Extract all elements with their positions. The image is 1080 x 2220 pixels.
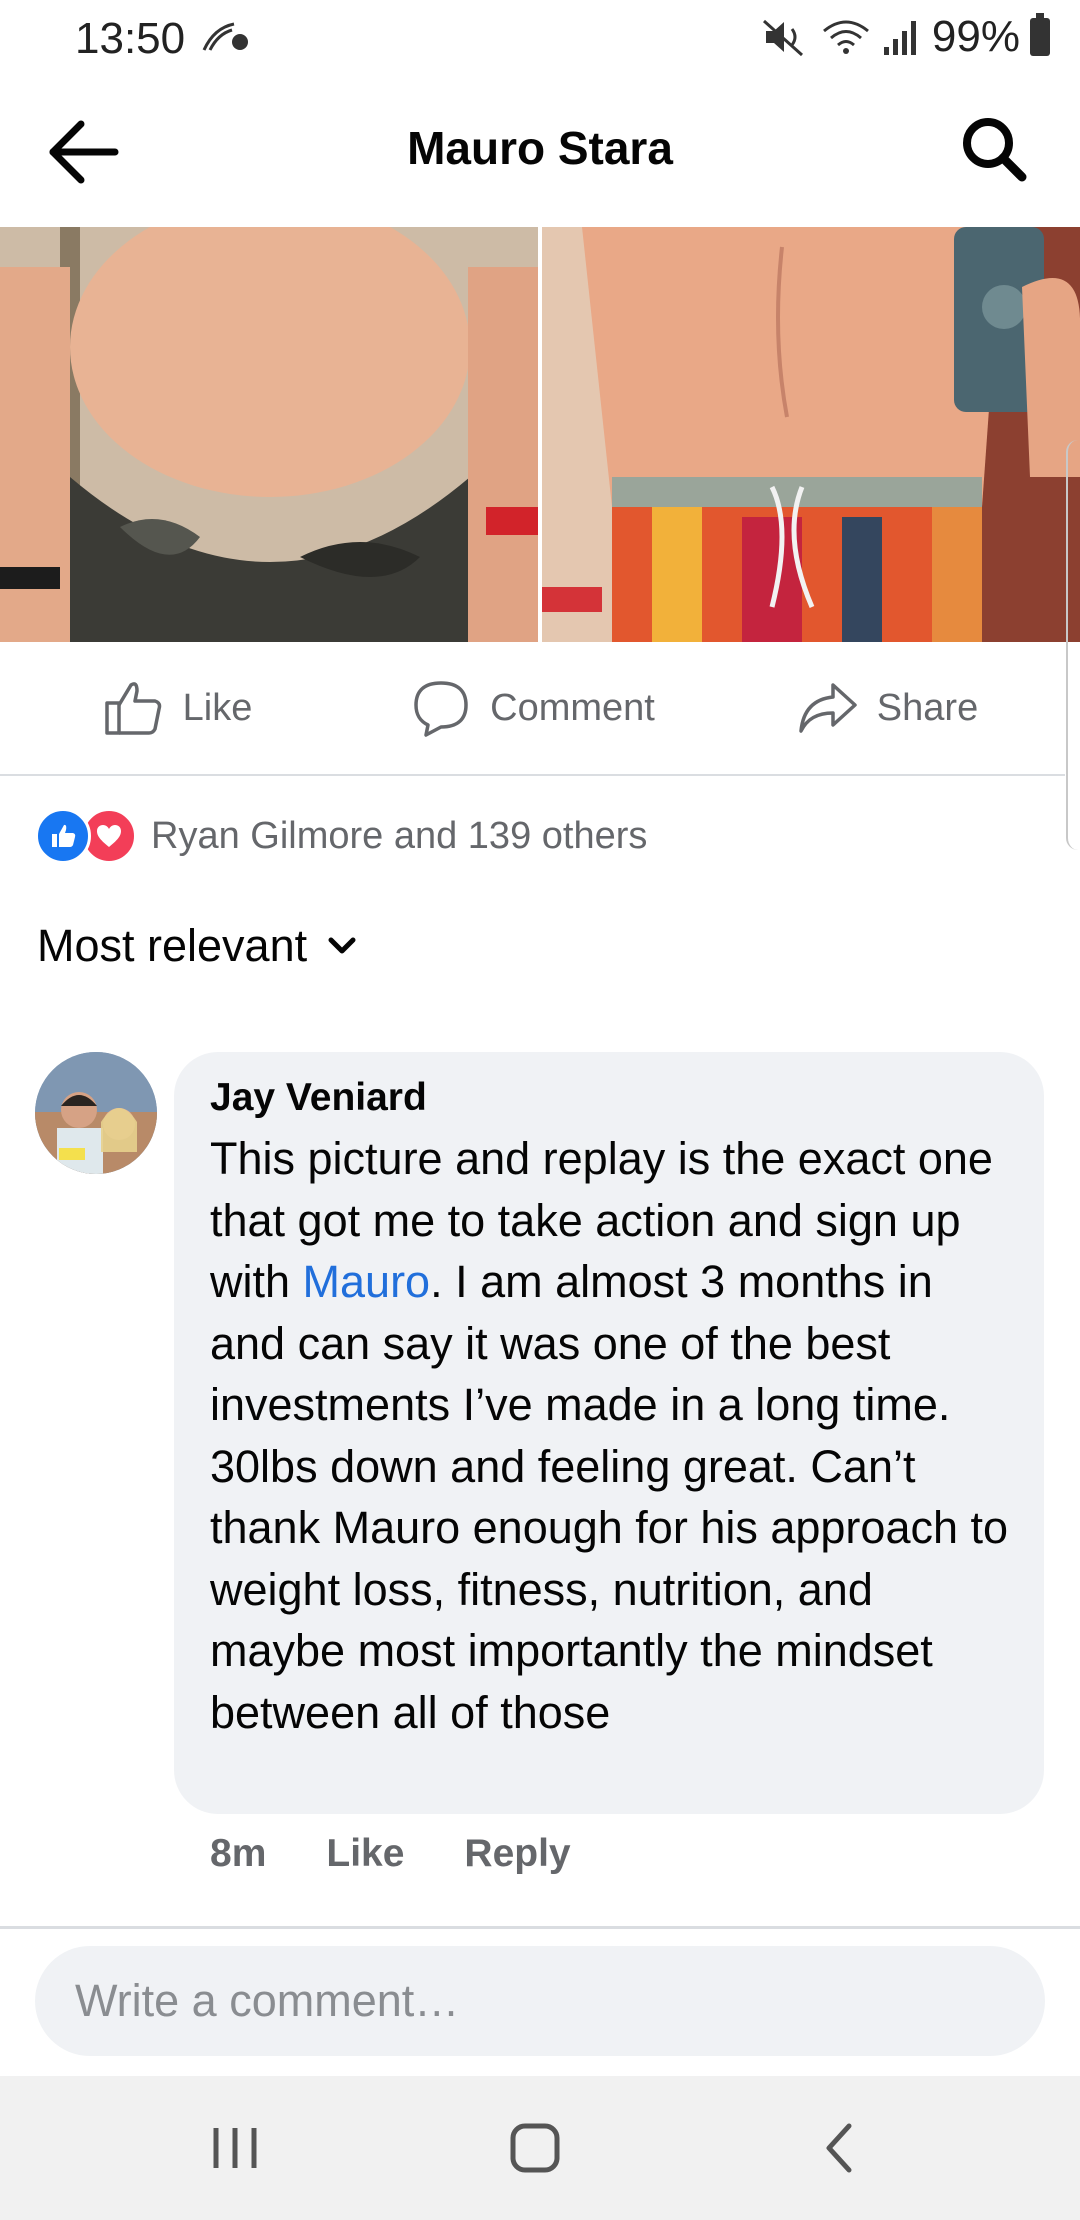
app-header: Mauro Stara	[0, 75, 1080, 227]
comment-label: Comment	[490, 686, 655, 729]
home-icon[interactable]	[500, 2118, 570, 2178]
share-button[interactable]: Share	[710, 642, 1065, 774]
comment-timestamp[interactable]: 8m	[210, 1832, 266, 1876]
reactions-summary[interactable]: Ryan Gilmore and 139 others	[35, 808, 647, 864]
share-label: Share	[876, 686, 979, 729]
sort-label: Most relevant	[37, 920, 308, 971]
recents-icon[interactable]	[200, 2118, 270, 2178]
system-nav-bar	[0, 2076, 1080, 2220]
avatar[interactable]	[35, 1052, 157, 1174]
hd-calling-icon	[202, 22, 248, 51]
page-title: Mauro Stara	[407, 122, 673, 174]
thumbs-up-icon	[104, 682, 161, 735]
signal-icon	[883, 21, 916, 55]
battery-percent: 99%	[931, 12, 1020, 61]
comment-reply-button[interactable]: Reply	[464, 1832, 570, 1876]
status-time: 13:50	[75, 14, 186, 63]
comment-author[interactable]: Jay Veniard	[210, 1076, 427, 1120]
reactions-text: Ryan Gilmore and 139 others	[151, 814, 648, 857]
comment-button[interactable]: Comment	[355, 642, 710, 774]
comment-icon	[414, 681, 468, 737]
wifi-icon	[822, 20, 869, 54]
scroll-indicator	[1066, 440, 1080, 850]
chevron-down-icon	[328, 937, 356, 954]
mute-icon	[762, 19, 803, 57]
share-icon	[799, 683, 857, 733]
like-button[interactable]: Like	[0, 642, 355, 774]
comment-composer[interactable]	[35, 1946, 1045, 2056]
battery-icon	[1030, 13, 1050, 56]
photo-before	[0, 227, 538, 642]
comment-text: This picture and replay is the exact one…	[210, 1128, 1010, 1743]
like-label: Like	[182, 686, 253, 729]
divider	[0, 1926, 1080, 1929]
comment-sort-dropdown[interactable]: Most relevant	[37, 920, 359, 972]
like-reaction-icon	[35, 808, 91, 864]
post-actions: Like Comment Share	[0, 642, 1065, 776]
status-right: 99%	[762, 12, 1050, 62]
comment-like-button[interactable]: Like	[326, 1832, 404, 1876]
post-photo[interactable]	[0, 227, 1080, 642]
comment-input[interactable]	[73, 1974, 977, 2028]
back-icon[interactable]	[805, 2118, 875, 2178]
search-icon[interactable]	[958, 113, 1030, 185]
status-bar: 13:50 99%	[0, 0, 1080, 75]
comment-meta: 8m Like Reply	[210, 1832, 571, 1876]
comment-text-part-2: . I am almost 3 months in and can say it…	[210, 1256, 1009, 1738]
comment-mention-link[interactable]: Mauro	[303, 1256, 431, 1307]
comment-bubble[interactable]: Jay Veniard This picture and replay is t…	[174, 1052, 1044, 1814]
photo-after	[542, 227, 1080, 642]
